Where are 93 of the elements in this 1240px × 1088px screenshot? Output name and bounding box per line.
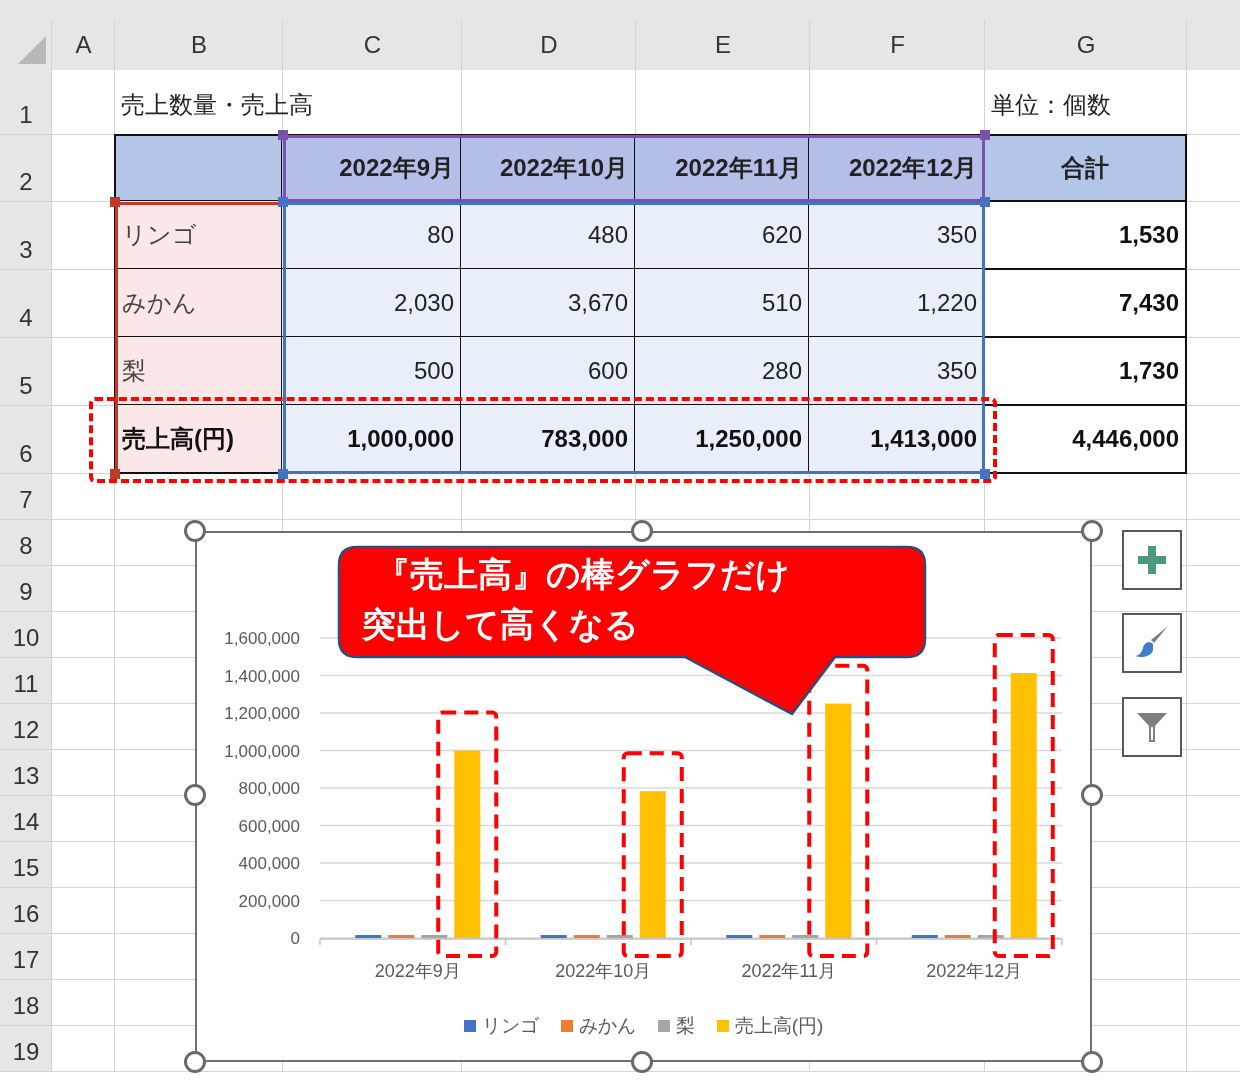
row-number[interactable]: 8 <box>0 520 52 566</box>
plus-icon <box>1135 543 1169 577</box>
row-number[interactable]: 15 <box>0 842 52 888</box>
callout-text: 突出して高くなる <box>362 604 640 645</box>
table-cell: 350 <box>809 337 985 406</box>
resize-handle[interactable] <box>184 784 206 806</box>
column-letter[interactable]: F <box>810 20 985 70</box>
row-number[interactable]: 12 <box>0 704 52 750</box>
table-cell: 500 <box>282 337 462 406</box>
worksheet-grid[interactable] <box>0 20 1240 1072</box>
axis-label: 2022年9月 <box>374 961 461 981</box>
table-cell: 3,670 <box>461 269 636 338</box>
range-handle[interactable] <box>278 197 288 207</box>
table-cell: 2,030 <box>282 269 462 338</box>
chart-filters-button[interactable] <box>1122 697 1182 757</box>
resize-handle[interactable] <box>1081 1051 1103 1073</box>
range-handle[interactable] <box>980 469 990 479</box>
row-number[interactable]: 7 <box>0 474 52 520</box>
total-cell: 7,430 <box>984 269 1187 338</box>
axis-label: 600,000 <box>238 816 300 836</box>
row-number[interactable]: 18 <box>0 980 52 1026</box>
column-header: 2022年11月 <box>635 134 810 202</box>
resize-handle[interactable] <box>184 1051 206 1073</box>
row-number[interactable]: 2 <box>0 135 52 202</box>
row-number[interactable]: 14 <box>0 796 52 842</box>
table-cell: 1,250,000 <box>635 405 810 474</box>
axis-label: 2022年11月 <box>741 961 837 981</box>
range-handle[interactable] <box>278 130 288 140</box>
legend-label: 売上高(円) <box>734 1014 824 1038</box>
row-label: みかん <box>114 269 283 338</box>
table-cell: 280 <box>635 337 810 406</box>
resize-handle[interactable] <box>631 1051 653 1073</box>
resize-handle[interactable] <box>184 520 206 542</box>
axis-label: 400,000 <box>238 854 300 873</box>
axis-label: 800,000 <box>238 779 300 798</box>
range-handle[interactable] <box>278 469 288 479</box>
axis-label: 1,000,000 <box>224 741 300 761</box>
column-letter[interactable]: E <box>636 20 810 70</box>
legend-label: 梨 <box>675 1014 695 1038</box>
row-number[interactable]: 6 <box>0 406 52 474</box>
row-label: 梨 <box>114 337 283 406</box>
axis-label: 1,400,000 <box>224 666 300 686</box>
row-number[interactable]: 1 <box>0 70 52 135</box>
row-number[interactable]: 19 <box>0 1026 52 1072</box>
total-cell: 4,446,000 <box>984 405 1187 474</box>
axis-label: 2022年10月 <box>555 961 652 981</box>
resize-handle[interactable] <box>1081 784 1103 806</box>
callout-text: 『売上高』の棒グラフだけ <box>375 554 790 595</box>
column-letter[interactable]: C <box>283 20 462 70</box>
column-header: 2022年9月 <box>282 134 462 202</box>
unit-note: 単位：個数 <box>990 90 1112 120</box>
row-label: 売上高(円) <box>114 405 283 474</box>
axis-label: 0 <box>290 929 300 948</box>
row-number[interactable]: 4 <box>0 270 52 338</box>
row-number[interactable]: 9 <box>0 566 52 612</box>
table-cell: 783,000 <box>461 405 636 474</box>
column-letter[interactable]: B <box>115 20 283 70</box>
row-number[interactable]: 11 <box>0 658 52 704</box>
range-handle[interactable] <box>980 197 990 207</box>
column-letter[interactable]: G <box>985 20 1187 70</box>
table-cell: 1,220 <box>809 269 985 338</box>
row-number[interactable]: 17 <box>0 934 52 980</box>
column-letter[interactable]: A <box>52 20 115 70</box>
row-number[interactable]: 5 <box>0 338 52 406</box>
add-chart-element-button[interactable] <box>1122 530 1182 590</box>
row-number[interactable]: 13 <box>0 750 52 796</box>
axis-label: 1,600,000 <box>224 629 300 648</box>
chart-styles-button[interactable] <box>1122 613 1182 673</box>
row-number[interactable]: 3 <box>0 202 52 270</box>
range-handle[interactable] <box>110 197 120 207</box>
range-handle[interactable] <box>980 130 990 140</box>
row-number[interactable]: 16 <box>0 888 52 934</box>
row-label: リンゴ <box>114 201 283 270</box>
legend-label: リンゴ <box>481 1014 539 1038</box>
sheet-title: 売上数量・売上高 <box>120 90 314 120</box>
chart-area[interactable]: 『売上高』の棒グラフだけ 突出して高くなる 0 200,000 400,000 600,000 800,000 1,000,000 1,200,000 1,400,000 1,600,000 2022年9月 2022年10月 2022年11月 2022年12月 リンゴ みかん 梨 売上高(円) <box>195 531 1092 1062</box>
resize-handle[interactable] <box>1081 520 1103 542</box>
column-header: 合計 <box>984 134 1187 202</box>
column-header: 2022年10月 <box>461 134 636 202</box>
range-handle[interactable] <box>110 469 120 479</box>
resize-handle[interactable] <box>631 520 653 542</box>
column-letter[interactable]: D <box>462 20 636 70</box>
table-cell: 600 <box>461 337 636 406</box>
legend-label: みかん <box>578 1014 636 1038</box>
axis-label: 1,200,000 <box>224 704 300 723</box>
table-cell: 1,413,000 <box>809 405 985 474</box>
table-cell: 1,000,000 <box>282 405 462 474</box>
axis-label: 2022年12月 <box>926 961 1023 981</box>
table-cell: 510 <box>635 269 810 338</box>
column-header: 2022年12月 <box>809 134 985 202</box>
axis-label: 200,000 <box>238 891 300 911</box>
row-number[interactable]: 10 <box>0 612 52 658</box>
total-cell: 1,730 <box>984 337 1187 406</box>
